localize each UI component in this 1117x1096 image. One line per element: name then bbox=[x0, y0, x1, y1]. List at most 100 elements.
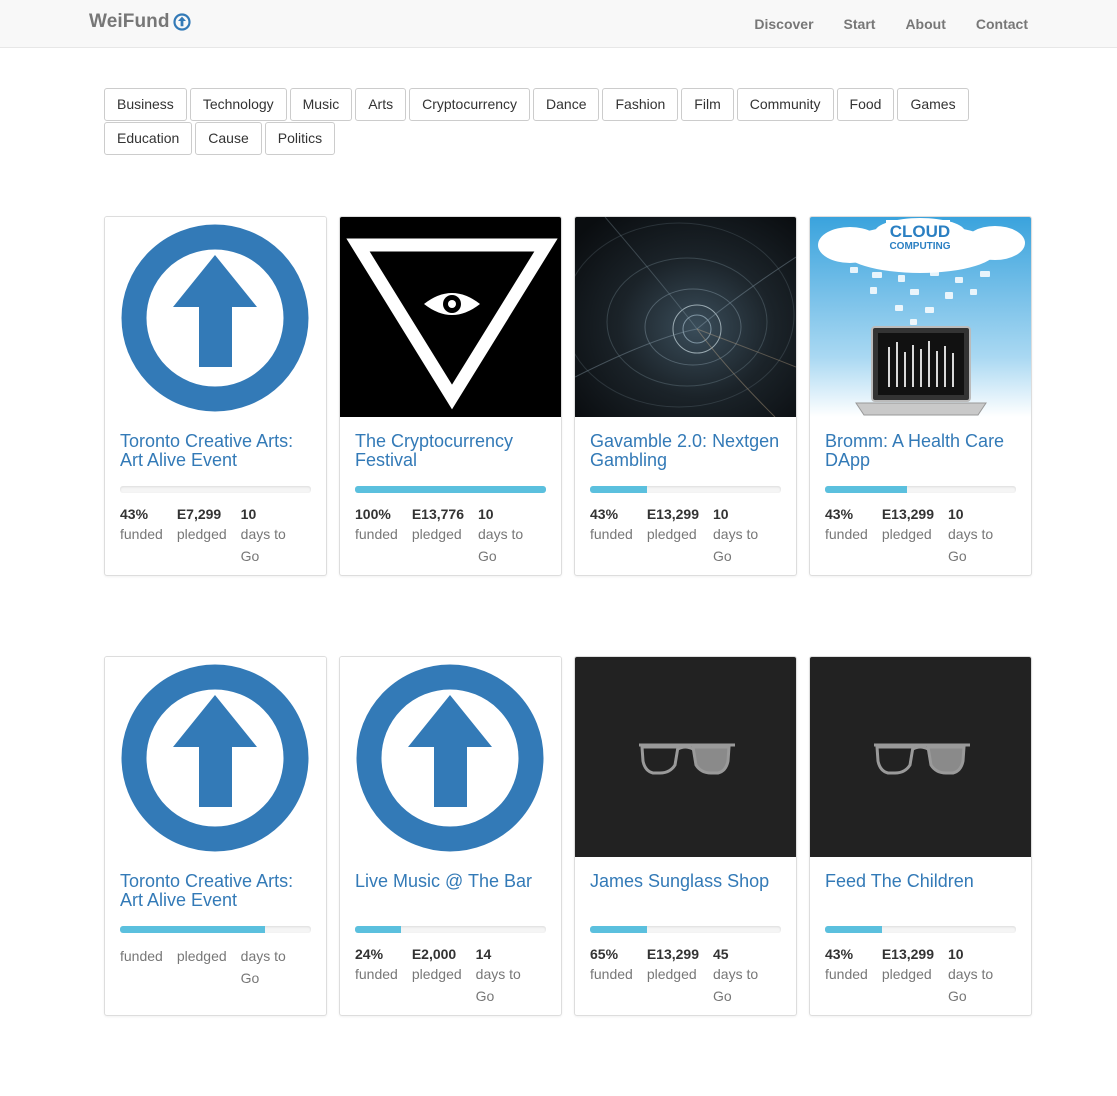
category-community-button[interactable]: Community bbox=[736, 88, 834, 121]
category-games-button[interactable]: Games bbox=[897, 88, 969, 121]
stat-days: 14 days to Go bbox=[476, 945, 532, 1007]
stat-funded-value: 24% bbox=[355, 946, 384, 962]
campaign-card[interactable]: James Sunglass Shop 65% funded E13,299 pledg… bbox=[574, 656, 797, 1016]
campaign-card[interactable]: Live Music @ The Bar 24% funded E2,000 pledg… bbox=[339, 656, 562, 1016]
funding-progress-fill bbox=[590, 926, 648, 933]
campaign-stats: 43% funded E13,299 pledged 10 days to Go bbox=[590, 505, 781, 567]
campaign-image[interactable] bbox=[575, 217, 796, 417]
arrow-up-circle-icon bbox=[172, 13, 191, 31]
stat-pledged-value: E13,776 bbox=[411, 506, 464, 522]
campaign-title-link[interactable]: Live Music @ The Bar bbox=[355, 872, 546, 910]
stat-pledged-value: E13,299 bbox=[881, 506, 934, 522]
category-music-button[interactable]: Music bbox=[289, 88, 353, 121]
stat-pledged: E2,000 pledged bbox=[412, 945, 462, 1007]
stat-days-value: 10 bbox=[713, 506, 729, 522]
category-dance-button[interactable]: Dance bbox=[533, 88, 600, 121]
category-arts-button[interactable]: Arts bbox=[355, 88, 407, 121]
funding-progress-bar bbox=[590, 926, 781, 933]
campaign-card[interactable]: CLOUD COMPUTING Bromm: A Health Care DAp… bbox=[809, 216, 1032, 576]
stat-funded: 65% funded bbox=[590, 945, 633, 1007]
stat-funded-value: 65% bbox=[590, 946, 619, 962]
stat-funded-label: funded bbox=[590, 526, 633, 542]
stat-pledged-value: E13,299 bbox=[646, 506, 699, 522]
campaign-stats: 43% funded E13,299 pledged 10 days to Go bbox=[825, 505, 1016, 567]
svg-text:CLOUD: CLOUD bbox=[890, 222, 950, 241]
category-politics-button[interactable]: Politics bbox=[264, 122, 336, 155]
campaign-image[interactable] bbox=[340, 217, 561, 417]
campaign-card[interactable]: Toronto Creative Arts: Art Alive Event fu… bbox=[104, 656, 327, 1016]
campaign-title-link[interactable]: Toronto Creative Arts: Art Alive Event bbox=[120, 872, 311, 910]
campaign-title-link[interactable]: James Sunglass Shop bbox=[590, 872, 781, 910]
category-fashion-button[interactable]: Fashion bbox=[602, 88, 679, 121]
nav-link-about[interactable]: About bbox=[905, 16, 945, 32]
campaign-row: Toronto Creative Arts: Art Alive Event fu… bbox=[104, 656, 1034, 1016]
stat-funded-label: funded bbox=[825, 966, 868, 982]
stat-funded-value: 43% bbox=[825, 506, 854, 522]
funding-progress-bar bbox=[355, 926, 546, 933]
stat-pledged: pledged bbox=[177, 945, 227, 989]
funding-progress-bar bbox=[355, 486, 546, 493]
funding-progress-fill bbox=[825, 486, 908, 493]
campaign-image[interactable]: CLOUD COMPUTING bbox=[810, 217, 1031, 417]
stat-pledged-label: pledged bbox=[646, 966, 697, 982]
stat-funded-label: funded bbox=[120, 526, 163, 542]
stat-days-value: 10 bbox=[948, 506, 964, 522]
category-food-button[interactable]: Food bbox=[836, 88, 895, 121]
campaign-title-link[interactable]: Gavamble 2.0: Nextgen Gambling bbox=[590, 432, 781, 470]
campaign-card[interactable]: Toronto Creative Arts: Art Alive Event 43… bbox=[104, 216, 327, 576]
campaign-title-link[interactable]: Feed The Children bbox=[825, 872, 1016, 910]
stat-pledged-label: pledged bbox=[176, 526, 227, 542]
funding-progress-fill bbox=[355, 486, 546, 493]
nav-link-discover[interactable]: Discover bbox=[754, 16, 813, 32]
campaign-image[interactable] bbox=[575, 657, 796, 857]
stat-funded-value: 100% bbox=[355, 506, 391, 522]
stat-pledged: E13,299 pledged bbox=[882, 945, 934, 1007]
category-education-button[interactable]: Education bbox=[104, 122, 193, 155]
campaign-card[interactable]: Gavamble 2.0: Nextgen Gambling 43% funded E… bbox=[574, 216, 797, 576]
funding-progress-fill bbox=[825, 926, 883, 933]
campaign-title-link[interactable]: Toronto Creative Arts: Art Alive Event bbox=[120, 432, 311, 470]
stat-funded-label: funded bbox=[355, 526, 398, 542]
stat-days-label: days to Go bbox=[475, 966, 521, 1004]
campaign-stats: 100% funded E13,776 pledged 10 days to Go bbox=[355, 505, 546, 567]
campaign-stats: 65% funded E13,299 pledged 45 days to Go bbox=[590, 945, 781, 1007]
stat-days-value: 14 bbox=[475, 946, 492, 962]
funding-progress-fill bbox=[355, 926, 401, 933]
stat-funded-value: 43% bbox=[120, 506, 149, 522]
category-cause-button[interactable]: Cause bbox=[195, 122, 262, 155]
stat-pledged-value: E13,299 bbox=[646, 946, 699, 962]
nav-link-contact[interactable]: Contact bbox=[976, 16, 1028, 32]
campaign-card[interactable]: The Cryptocurrency Festival 100% funded E13… bbox=[339, 216, 562, 576]
category-technology-button[interactable]: Technology bbox=[189, 88, 287, 121]
stat-days-value: 45 bbox=[713, 946, 729, 962]
stat-funded-value: 43% bbox=[825, 946, 854, 962]
category-business-button[interactable]: Business bbox=[104, 88, 187, 121]
campaign-image[interactable] bbox=[105, 217, 326, 417]
stat-pledged-label: pledged bbox=[176, 948, 227, 964]
nav-link-start[interactable]: Start bbox=[844, 16, 876, 32]
campaign-title-link[interactable]: Bromm: A Health Care DApp bbox=[825, 432, 1016, 470]
brand-logo-link[interactable]: WeiFund bbox=[89, 11, 191, 33]
campaign-title-link[interactable]: The Cryptocurrency Festival bbox=[355, 432, 546, 470]
stat-pledged-label: pledged bbox=[646, 526, 697, 542]
stat-days-label: days to Go bbox=[948, 966, 994, 1004]
stat-funded-label: funded bbox=[825, 526, 868, 542]
campaign-image[interactable] bbox=[340, 657, 561, 857]
stat-funded-label: funded bbox=[120, 948, 163, 964]
stat-days: 10 days to Go bbox=[713, 505, 767, 567]
stat-pledged: E13,299 pledged bbox=[647, 945, 699, 1007]
stat-days-value: 10 bbox=[478, 506, 494, 522]
navbar: WeiFund Discover Start About Contact bbox=[0, 0, 1117, 48]
campaign-image[interactable] bbox=[105, 657, 326, 857]
campaign-image[interactable] bbox=[810, 657, 1031, 857]
category-cryptocurrency-button[interactable]: Cryptocurrency bbox=[409, 88, 531, 121]
stat-funded: funded bbox=[120, 945, 163, 989]
campaign-card[interactable]: Feed The Children 43% funded E13,299 pledged… bbox=[809, 656, 1032, 1016]
stat-funded: 43% funded bbox=[825, 945, 868, 1007]
category-film-button[interactable]: Film bbox=[681, 88, 734, 121]
stat-days-value: 10 bbox=[240, 506, 257, 522]
campaign-stats: funded pledged days to Go bbox=[120, 945, 311, 989]
campaign-row: Toronto Creative Arts: Art Alive Event 43… bbox=[104, 216, 1034, 576]
stat-pledged-label: pledged bbox=[411, 966, 462, 982]
campaign-stats: 43% funded E13,299 pledged 10 days to Go bbox=[825, 945, 1016, 1007]
